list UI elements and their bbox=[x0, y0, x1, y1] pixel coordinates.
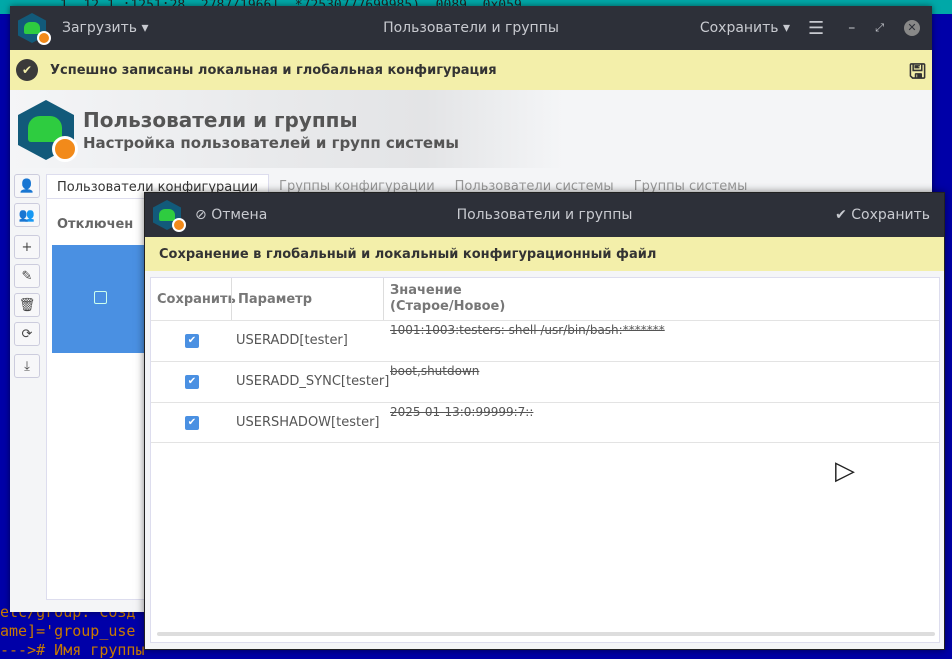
checkmark-icon: ✔ bbox=[835, 207, 847, 223]
trash-icon[interactable]: 🗑 bbox=[14, 293, 40, 317]
banner-subtitle: Настройка пользователей и групп системы bbox=[83, 134, 459, 152]
param-name: USERADD[tester] bbox=[236, 333, 348, 348]
save-label: Сохранить bbox=[699, 20, 779, 36]
minimize-icon[interactable]: – bbox=[848, 20, 855, 36]
user-settings-icon[interactable]: 👤 bbox=[14, 174, 40, 198]
download-icon[interactable]: ⤓ bbox=[14, 354, 40, 378]
save-checkbox[interactable]: ✔ bbox=[185, 375, 199, 389]
caret-down-icon: ▾ bbox=[783, 20, 791, 36]
header-banner: Пользователи и группы Настройка пользова… bbox=[10, 90, 932, 168]
dialog-infobar: Сохранение в глобальный и локальный конф… bbox=[145, 237, 944, 271]
main-titlebar: Загрузить ▾ Пользователи и группы Сохран… bbox=[10, 6, 932, 50]
app-logo-icon bbox=[153, 200, 186, 232]
save-menu-button[interactable]: Сохранить ▾ bbox=[700, 20, 790, 36]
success-message: Успешно записаны локальная и глобальная … bbox=[50, 62, 497, 78]
param-value: boot,shutdown bbox=[390, 364, 480, 378]
param-name: USERADD_SYNC[tester] bbox=[236, 374, 390, 389]
save-user-icon[interactable]: 🖫 bbox=[909, 57, 926, 91]
header-save: Сохранить bbox=[157, 291, 236, 307]
param-name: USERSHADOW[tester] bbox=[236, 415, 380, 430]
terminal-line: ame]='group_use bbox=[0, 622, 136, 640]
toolbar-sidebar: 👤 👥 + ✎ 🗑 ⟳ ⤓ bbox=[14, 174, 40, 383]
success-infobar: ✔ Успешно записаны локальная и глобальна… bbox=[10, 50, 932, 90]
changes-table: Сохранить Параметр Значение (Старое/Ново… bbox=[150, 277, 940, 643]
save-label: Сохранить bbox=[851, 207, 930, 223]
check-circle-icon: ✔ bbox=[16, 59, 38, 81]
header-parameter: Параметр bbox=[231, 278, 312, 320]
save-checkbox[interactable]: ✔ bbox=[185, 416, 199, 430]
cancel-icon: ⊘ bbox=[195, 207, 207, 223]
confirm-save-button[interactable]: ✔ Сохранить bbox=[835, 207, 930, 223]
refresh-icon[interactable]: ⟳ bbox=[14, 322, 40, 346]
load-button[interactable]: Загрузить ▾ bbox=[62, 20, 149, 36]
load-label: Загрузить bbox=[62, 20, 138, 36]
save-checkbox[interactable]: ✔ bbox=[185, 334, 199, 348]
cancel-label: Отмена bbox=[211, 207, 268, 223]
save-dialog: ⊘ Отмена Пользователи и группы ✔ Сохрани… bbox=[144, 192, 945, 650]
banner-title: Пользователи и группы bbox=[83, 108, 358, 132]
app-banner-logo-icon bbox=[18, 100, 78, 162]
header-value: Значение (Старое/Новое) bbox=[383, 278, 505, 320]
groups-icon[interactable]: 👥 bbox=[14, 203, 40, 227]
terminal-line: ---># Имя группы bbox=[0, 641, 145, 659]
param-value: 2025-01-13:0:99999:7:: bbox=[390, 405, 534, 419]
hamburger-menu-icon[interactable]: ☰ bbox=[808, 18, 824, 39]
column-disabled: Отключен bbox=[57, 217, 134, 232]
close-icon[interactable]: ✕ bbox=[904, 20, 920, 36]
maximize-icon[interactable]: ⤢ bbox=[875, 21, 884, 35]
table-row: ✔ USERADD_SYNC[tester] boot,shutdown bbox=[151, 361, 939, 402]
app-logo-icon bbox=[18, 13, 51, 45]
table-row: ✔ USERSHADOW[tester] 2025-01-13:0:99999:… bbox=[151, 402, 939, 443]
table-row: ✔ USERADD[tester] 1001:1003:testers: she… bbox=[151, 320, 939, 361]
param-value: 1001:1003:testers: shell /usr/bin/bash:*… bbox=[390, 323, 665, 337]
horizontal-scrollbar[interactable] bbox=[157, 632, 935, 636]
cancel-button[interactable]: ⊘ Отмена bbox=[195, 207, 267, 223]
dialog-titlebar: ⊘ Отмена Пользователи и группы ✔ Сохрани… bbox=[145, 193, 944, 237]
caret-down-icon: ▾ bbox=[141, 20, 149, 36]
edit-icon[interactable]: ✎ bbox=[14, 264, 40, 288]
mouse-cursor-icon: ▷ bbox=[835, 456, 855, 486]
add-icon[interactable]: + bbox=[14, 235, 40, 259]
row-checkbox[interactable] bbox=[94, 291, 107, 304]
